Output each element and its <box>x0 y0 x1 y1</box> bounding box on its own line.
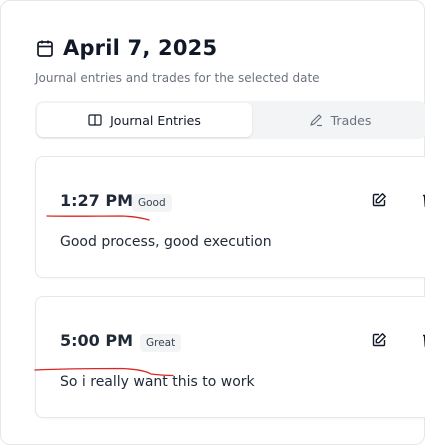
tab-trades-label: Trades <box>330 112 372 128</box>
book-icon <box>88 113 102 127</box>
page-title: April 7, 2025 <box>63 36 218 60</box>
tab-bar: Journal Entries Trades <box>35 101 425 139</box>
edit-icon <box>372 193 386 207</box>
entry-text: Good process, good execution <box>60 234 272 250</box>
tab-journal-entries-label: Journal Entries <box>110 112 201 128</box>
entry-time: 1:27 PM <box>60 191 134 210</box>
delete-entry-button[interactable] <box>420 191 425 209</box>
mood-badge: Great <box>140 334 182 352</box>
journal-entry-card[interactable]: 1:27 PM Good Good process, good executio… <box>35 156 425 278</box>
entry-text: So i really want this to work <box>60 374 255 390</box>
mood-badge: Good <box>132 194 172 212</box>
edit-icon <box>372 333 386 347</box>
delete-entry-button[interactable] <box>420 331 425 349</box>
edit-entry-button[interactable] <box>370 331 388 349</box>
page-header: April 7, 2025 <box>35 36 217 60</box>
tab-trades[interactable]: Trades <box>255 103 425 137</box>
entry-time: 5:00 PM <box>60 331 134 350</box>
page-subtitle: Journal entries and trades for the selec… <box>35 71 320 85</box>
calendar-icon <box>35 38 55 58</box>
journal-panel: April 7, 2025 Journal entries and trades… <box>0 0 425 445</box>
edit-entry-button[interactable] <box>370 191 388 209</box>
journal-entry-card[interactable]: 5:00 PM Great So i really want this to w… <box>35 296 425 418</box>
pencil-icon <box>309 113 323 127</box>
tab-journal-entries[interactable]: Journal Entries <box>37 103 252 137</box>
